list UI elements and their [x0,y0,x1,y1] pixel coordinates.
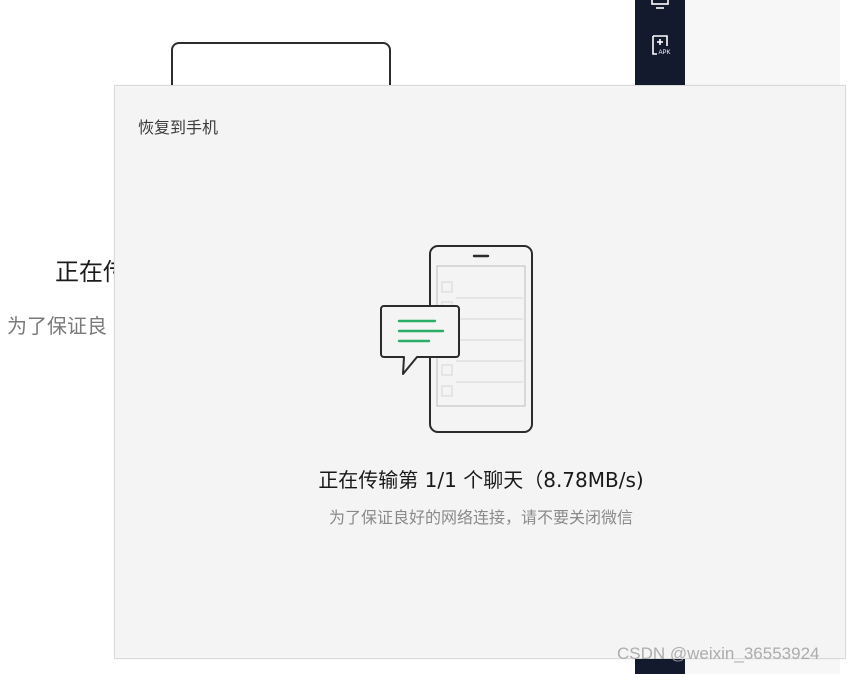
restore-to-phone-dialog: 恢复到手机 正在传输第 1/1 个聊天（8.78MB/s) 为了保证良好的网络连… [114,85,846,659]
transfer-hint-text: 为了保证良好的网络连接，请不要关闭微信 [328,508,633,527]
dialog-title: 恢复到手机 [138,118,219,137]
monitor-icon[interactable] [648,0,672,14]
phone-chat-transfer-illustration [380,245,533,433]
apk-install-icon[interactable]: APK [648,33,672,57]
watermark: CSDN @weixin_36553924 [617,644,820,663]
transfer-status-text: 正在传输第 1/1 个聊天（8.78MB/s) [318,468,644,492]
background-hint-text: 为了保证良 [7,314,107,338]
screen: 正在传 为了保证良 APK 恢复到手机 正在传输第 1/1 个聊天（8.78MB… [0,0,864,674]
apk-icon-label: APK [659,50,671,56]
